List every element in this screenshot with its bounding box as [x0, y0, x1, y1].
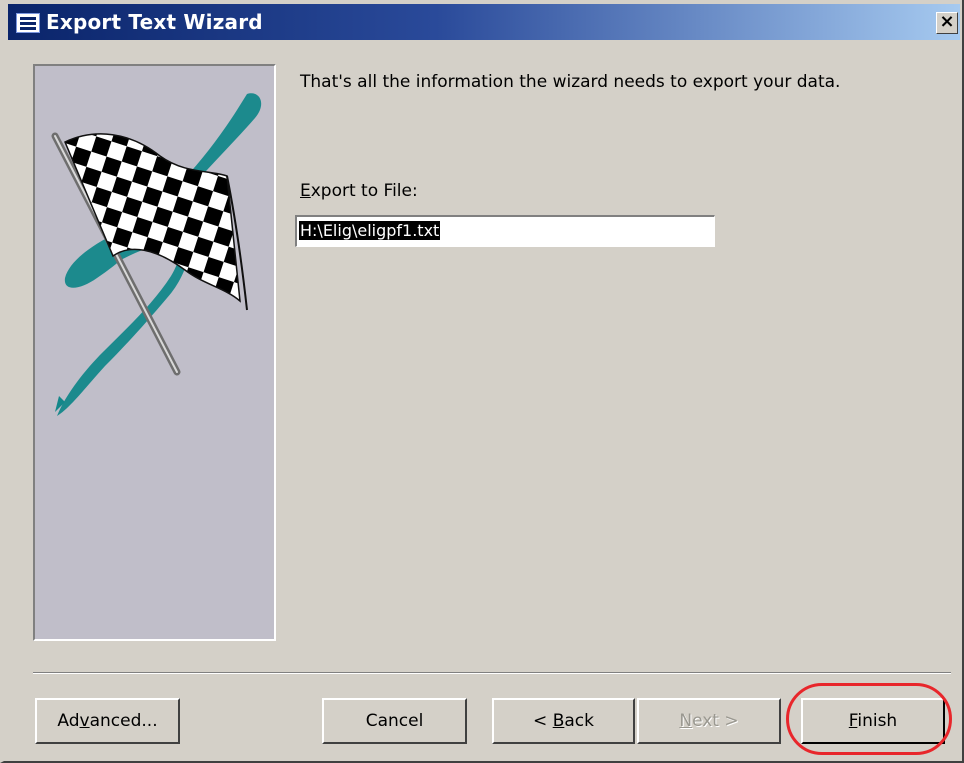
window-title: Export Text Wizard: [46, 10, 263, 34]
title-bar: Export Text Wizard ×: [8, 4, 960, 40]
advanced-button[interactable]: Advanced...: [35, 698, 180, 744]
checkered-flag-icon: [51, 93, 262, 416]
next-button[interactable]: Next >: [637, 698, 781, 744]
export-file-value: H:\Elig\eligpf1.txt: [299, 221, 441, 240]
export-text-wizard-window: Export Text Wizard × That's all the info…: [0, 0, 964, 763]
intro-text: That's all the information the wizard ne…: [300, 72, 841, 92]
export-label-rest: xport to File:: [310, 181, 418, 201]
export-file-input[interactable]: H:\Elig\eligpf1.txt: [295, 215, 715, 247]
back-button[interactable]: < Back: [492, 698, 635, 744]
finish-button[interactable]: Finish: [801, 698, 945, 744]
divider: [33, 672, 951, 674]
close-button[interactable]: ×: [936, 12, 958, 34]
form-icon: [16, 13, 40, 33]
cancel-button[interactable]: Cancel: [322, 698, 467, 744]
export-to-file-label: Export to File:: [300, 181, 418, 201]
wizard-image-panel: [33, 64, 276, 641]
